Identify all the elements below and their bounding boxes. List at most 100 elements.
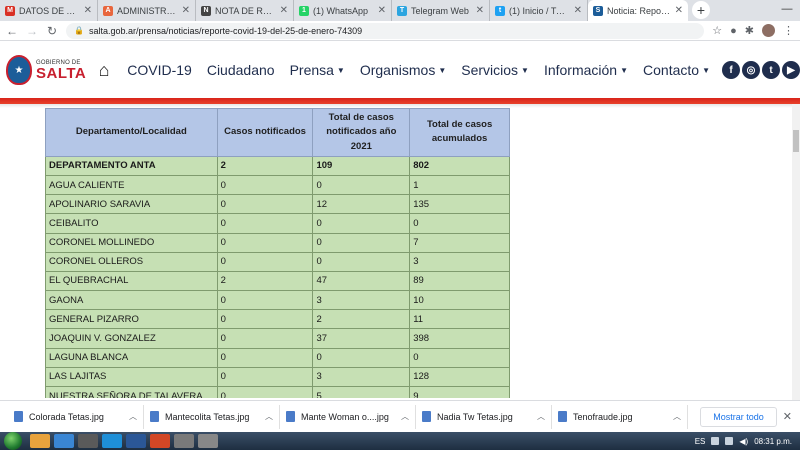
nav-item-informaci-n[interactable]: Información ▼ [544,62,628,78]
browser-tab[interactable]: M DATOS DE ACCESO ✕ [0,0,98,21]
tab-title: Noticia: Reporte COVID [607,5,671,16]
new-tab-button[interactable]: + [692,1,710,19]
tab-close-icon[interactable]: ✕ [476,5,484,16]
tray-icon[interactable] [725,437,734,445]
table-cell-casos: 0 [216,328,314,349]
chevron-up-icon[interactable]: ︿ [401,411,409,422]
nav-item-organismos[interactable]: Organismos ▼ [360,62,446,78]
table-row: EL QUEBRACHAL 2 47 89 [45,270,510,292]
tab-favicon-icon: T [397,5,407,16]
table-cell-anio: 2 [312,309,411,330]
instagram-icon[interactable]: ◎ [742,61,760,79]
browser-tab[interactable]: S Noticia: Reporte COVID ✕ [588,0,688,21]
image-file-icon [286,411,295,422]
nav-item-covid-19[interactable]: COVID-19 [127,62,192,78]
taskbar-app-icon[interactable] [126,434,146,448]
twitter-icon[interactable]: t [762,61,780,79]
salta-logo[interactable]: ★ GOBIERNO DE SALTA [6,55,92,85]
table-cell-casos: 0 [216,232,314,253]
image-file-icon [14,411,23,422]
download-item[interactable]: Tenofraude.jpg ︿ [552,404,688,429]
chevron-up-icon[interactable]: ︿ [673,411,681,422]
puzzle-icon[interactable]: ✱ [745,24,754,37]
tab-close-icon[interactable]: ✕ [378,5,386,16]
chevron-up-icon[interactable]: ︿ [265,411,273,422]
table-row: JOAQUIN V. GONZALEZ 0 37 398 [45,328,510,349]
page-scrollbar[interactable] [792,104,800,400]
download-filename: Tenofraude.jpg [573,411,633,422]
nav-item-servicios[interactable]: Servicios ▼ [461,62,529,78]
forward-icon[interactable]: → [26,24,38,38]
minimize-icon[interactable]: — [774,0,800,18]
tab-close-icon[interactable]: ✕ [675,5,683,16]
table-cell-acum: 3 [409,251,510,272]
table-cell-casos: 0 [216,309,314,330]
taskbar-app-icon[interactable] [30,434,50,448]
extension-icon[interactable]: ● [730,25,737,37]
table-cell-anio: 3 [312,366,411,388]
download-item[interactable]: Mantecolita Tetas.jpg ︿ [144,404,280,429]
table-cell-name: GENERAL PIZARRO [45,309,218,330]
bookmark-star-icon[interactable]: ☆ [712,24,722,37]
reload-icon[interactable]: ↻ [46,24,58,38]
browser-tab[interactable]: 1 (1) WhatsApp ✕ [294,0,392,21]
start-button[interactable] [4,432,22,450]
table-row: APOLINARIO SARAVIA 0 12 135 [45,194,510,215]
chevron-up-icon[interactable]: ︿ [537,411,545,422]
salta-seal-icon: ★ [6,55,32,85]
table-cell-anio: 3 [312,290,411,311]
tab-close-icon[interactable]: ✕ [280,5,288,16]
taskbar-app-icon[interactable] [54,434,74,448]
table-row: LAS LAJITAS 0 3 128 [45,366,510,388]
lock-icon[interactable]: 🔒 [74,26,84,35]
header-departamento: Departamento/Localidad [45,108,218,157]
image-file-icon [558,411,567,422]
tab-title: ADMINISTRADOR [117,5,178,16]
volume-icon[interactable]: ◀) [739,437,748,446]
table-cell-name: NUESTRA SEÑORA DE TALAVERA [45,385,218,398]
table-row: DEPARTAMENTO ANTA 2 109 802 [45,155,510,176]
taskbar-app-icon[interactable] [102,434,122,448]
download-item[interactable]: Colorada Tetas.jpg ︿ [8,404,144,429]
browser-tab[interactable]: t (1) Inicio / Twitter ✕ [490,0,588,21]
clock[interactable]: 08:31 p.m. [754,437,792,446]
browser-tab-strip: M DATOS DE ACCESO ✕ A ADMINISTRADOR ✕ N NOTA DE… [0,0,800,21]
menu-kebab-icon[interactable]: ⋮ [783,24,794,37]
table-cell-acum: 11 [409,309,510,330]
tab-close-icon[interactable]: ✕ [574,5,582,16]
profile-avatar[interactable] [762,24,775,37]
download-item[interactable]: Nadia Tw Tetas.jpg ︿ [416,404,552,429]
table-cell-anio: 0 [312,251,411,272]
facebook-icon[interactable]: f [722,61,740,79]
table-header-row: Departamento/Localidad Casos notificados… [45,108,510,157]
close-shelf-icon[interactable]: ✕ [783,410,792,423]
table-cell-acum: 802 [409,155,510,176]
logo-title: SALTA [36,64,87,82]
browser-tab[interactable]: T Telegram Web ✕ [392,0,490,21]
address-bar[interactable]: 🔒 salta.gob.ar/prensa/noticias/reporte-c… [66,22,705,39]
tray-icon[interactable] [711,437,720,445]
home-icon[interactable]: ⌂ [99,60,118,81]
tab-close-icon[interactable]: ✕ [182,5,190,16]
youtube-icon[interactable]: ▶ [782,61,800,79]
back-icon[interactable]: ← [6,24,18,38]
language-indicator[interactable]: ES [695,437,706,446]
social-links: f ◎ t ▶ [722,61,800,79]
table-cell-anio: 0 [312,174,411,196]
tab-close-icon[interactable]: ✕ [84,5,92,16]
scrollbar-thumb[interactable] [793,130,799,152]
chevron-up-icon[interactable]: ︿ [129,411,137,422]
taskbar-app-icon[interactable] [174,434,194,448]
download-item[interactable]: Mante Woman o....jpg ︿ [280,404,416,429]
taskbar-app-icon[interactable] [78,434,98,448]
table-cell-acum: 398 [409,328,510,349]
nav-item-ciudadano[interactable]: Ciudadano [207,62,275,78]
browser-tab[interactable]: N NOTA DE REDACCIÓN ✕ [196,0,294,21]
show-all-downloads-button[interactable]: Mostrar todo [700,406,777,427]
nav-item-prensa[interactable]: Prensa ▼ [290,62,345,78]
taskbar-app-icon[interactable] [198,434,218,448]
browser-tab[interactable]: A ADMINISTRADOR ✕ [98,0,196,21]
table-cell-anio: 12 [312,194,411,215]
nav-item-contacto[interactable]: Contacto ▼ [643,62,710,78]
taskbar-app-icon[interactable] [150,434,170,448]
